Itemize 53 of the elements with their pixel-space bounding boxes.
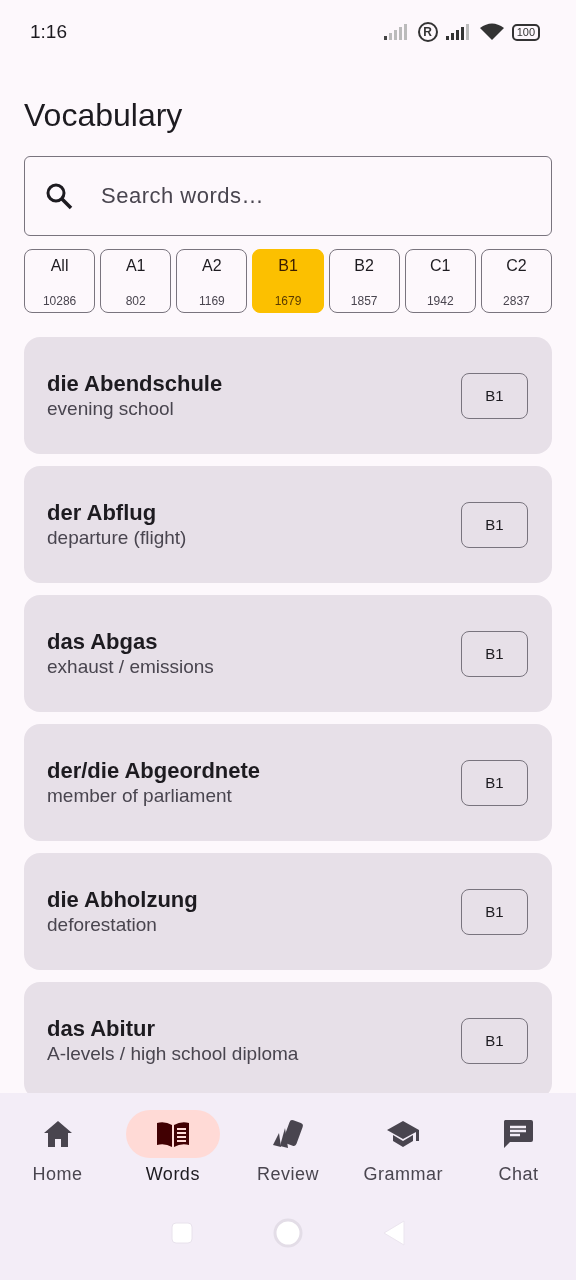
search-icon [45, 182, 73, 210]
word-card[interactable]: der/die Abgeordnete member of parliament B1 [24, 724, 552, 841]
level-badge: B1 [461, 501, 528, 548]
nav-tab[interactable]: Grammar [345, 1110, 461, 1193]
nav-tab[interactable]: Home [0, 1110, 116, 1193]
german-word: das Abitur [47, 1015, 155, 1042]
recents-icon[interactable] [171, 1221, 193, 1244]
german-word: der/die Abgeordnete [47, 757, 261, 784]
level-filter-chip[interactable]: A2 1169 [176, 249, 248, 313]
level-badge: B1 [461, 372, 528, 419]
level-badge: B1 [461, 759, 528, 806]
nav-tab[interactable]: Chat [460, 1110, 576, 1193]
word-card[interactable]: das Abitur A-levels / high school diploma B1 [24, 982, 552, 1093]
book-icon [155, 1121, 190, 1147]
level-filter-chip[interactable]: B1 1679 [252, 249, 324, 313]
word-translation: A-levels / high school diploma [47, 1041, 299, 1066]
search-field[interactable]: Search words… [24, 156, 552, 236]
word-card[interactable]: der Abflug departure (flight) B1 [24, 466, 552, 583]
word-translation: deforestation [47, 912, 157, 937]
german-word: die Abendschule [47, 370, 223, 397]
german-word: der Abflug [47, 499, 157, 526]
graduation-cap-icon [386, 1120, 421, 1148]
level-filter-chip[interactable]: A1 802 [100, 249, 172, 313]
roaming-indicator: R [417, 22, 438, 42]
cards-icon [271, 1119, 305, 1149]
level-filter-chip[interactable]: C1 1942 [404, 249, 476, 313]
level-badge: B1 [461, 888, 528, 935]
level-filter-chip[interactable]: C2 2837 [480, 249, 552, 313]
word-card[interactable]: das Abgas exhaust / emissions B1 [24, 595, 552, 712]
clock: 1:16 [30, 21, 68, 43]
chat-icon [502, 1118, 535, 1150]
nav-tab[interactable]: Words [115, 1110, 231, 1193]
wifi-icon [479, 23, 504, 41]
level-badge: B1 [461, 1017, 528, 1064]
level-badge: B1 [461, 630, 528, 677]
german-word: das Abgas [47, 628, 158, 655]
level-filter-chip[interactable]: B2 1857 [328, 249, 400, 313]
home-circle-icon[interactable] [273, 1217, 303, 1248]
nav-tab[interactable]: Review [230, 1110, 346, 1193]
signal-icon [445, 24, 472, 40]
page-title: Vocabulary [24, 96, 183, 134]
word-translation: member of parliament [47, 783, 232, 808]
word-card[interactable]: die Abholzung deforestation B1 [24, 853, 552, 970]
word-card[interactable]: die Abendschule evening school B1 [24, 337, 552, 454]
german-word: die Abholzung [47, 886, 198, 913]
word-translation: departure (flight) [47, 525, 187, 550]
word-translation: exhaust / emissions [47, 654, 214, 679]
back-icon[interactable] [383, 1219, 405, 1246]
level-filter-chip[interactable]: All 10286 [24, 249, 96, 313]
home-icon [42, 1120, 73, 1148]
signal-icon [383, 24, 410, 40]
battery-indicator: 100 [511, 23, 540, 41]
word-translation: evening school [47, 396, 174, 421]
